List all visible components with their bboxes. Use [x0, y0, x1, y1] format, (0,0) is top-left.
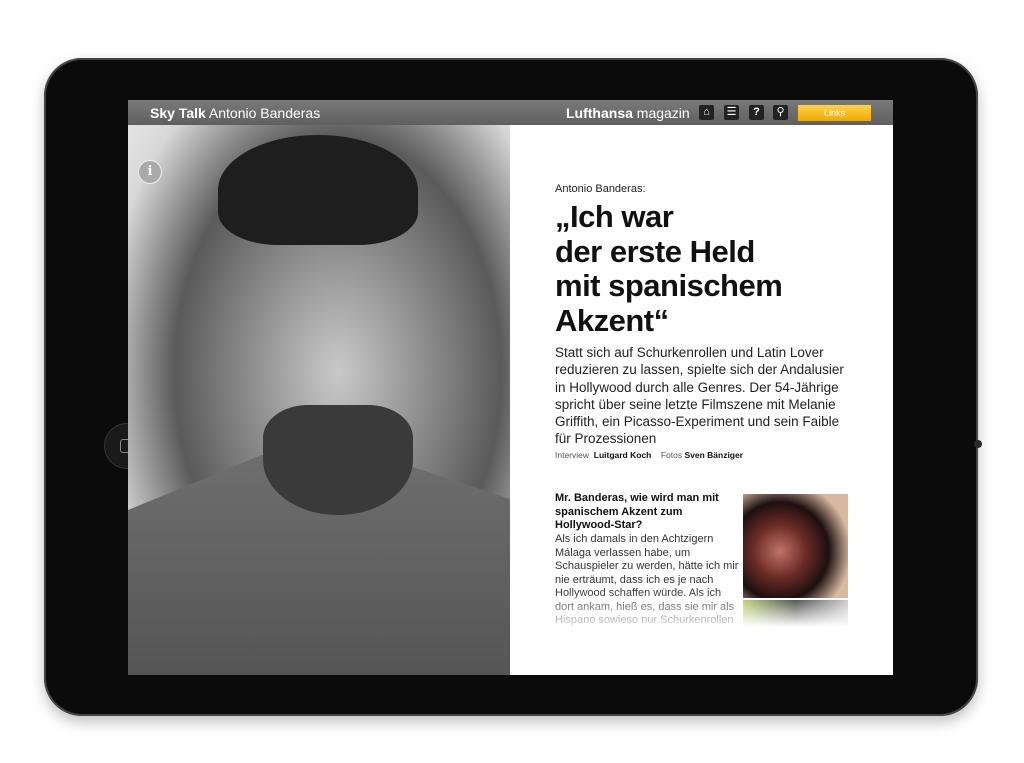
help-icon[interactable]: ?: [749, 105, 764, 120]
brand-rest: magazin: [636, 105, 690, 121]
brand-bold: Lufthansa: [566, 105, 633, 121]
section-title: Sky Talk Antonio Banderas: [150, 105, 320, 121]
photo-beard: [263, 405, 413, 515]
pre-title: Antonio Banderas:: [555, 183, 646, 195]
interview-name: Luitgard Koch: [593, 450, 652, 460]
cover-photo: i: [128, 125, 510, 675]
home-icon[interactable]: ⌂: [699, 105, 714, 120]
info-button[interactable]: i: [138, 160, 162, 184]
camera-icon: [974, 440, 982, 448]
section-subtitle: Antonio Banderas: [208, 105, 321, 121]
headline: „Ich war der erste Held mit spanischem A…: [555, 199, 783, 338]
screen: i Sky Talk Antonio Banderas Lufthansa ma…: [128, 100, 893, 675]
section-bold: Sky Talk: [150, 105, 206, 121]
brand: Lufthansa magazin: [566, 105, 690, 121]
interview-question: Mr. Banderas, wie wird man mit spanische…: [555, 492, 719, 531]
body-text: Als ich damals in den Achtzigern Málaga …: [555, 533, 739, 626]
headline-line: Akzent“: [555, 302, 669, 338]
lead-text: Statt sich auf Schurkenrollen und Latin …: [555, 345, 844, 447]
links-button[interactable]: Links: [798, 105, 871, 121]
film-still-image[interactable]: [743, 494, 848, 598]
photos-label: Fotos: [660, 450, 683, 460]
list-icon[interactable]: ☰: [724, 105, 739, 120]
film-still-strip: [743, 600, 848, 627]
headline-line: mit spanischem: [555, 268, 783, 303]
search-icon[interactable]: ⚲: [773, 105, 788, 120]
headline-line: der erste Held: [555, 233, 755, 269]
headline-line: „Ich war: [555, 199, 674, 234]
credits: Interview Luitgard Koch Fotos Sven Bänzi…: [555, 450, 743, 460]
top-bar: Sky Talk Antonio Banderas Lufthansa maga…: [128, 100, 893, 125]
photos-name: Sven Bänziger: [684, 450, 744, 460]
photo-hair: [218, 135, 418, 245]
interview-label: Interview: [555, 450, 590, 460]
